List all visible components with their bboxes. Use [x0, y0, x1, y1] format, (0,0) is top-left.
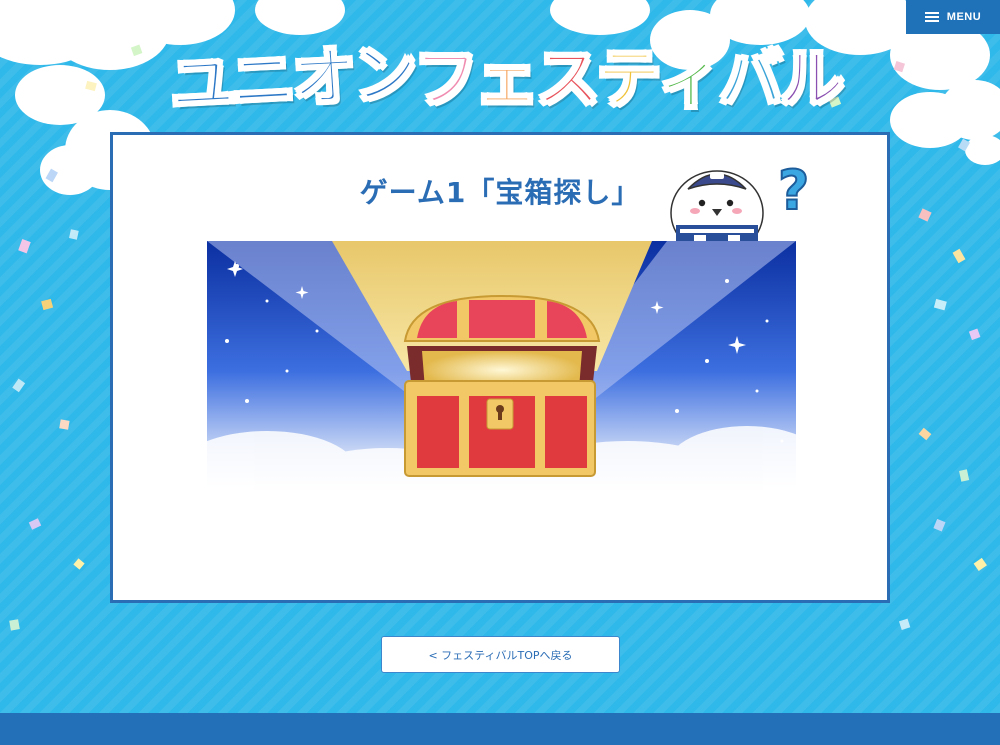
logo-char: バ — [718, 42, 784, 118]
menu-button[interactable]: MENU — [906, 0, 1000, 34]
back-to-festival-top-button[interactable]: < フェスティバルTOPへ戻る — [381, 636, 620, 673]
logo-char: ル — [779, 42, 845, 118]
logo-char: ス — [535, 42, 601, 118]
penguin-mascot-icon: ? — [670, 158, 810, 245]
hamburger-icon — [924, 12, 939, 22]
site-logo[interactable]: ユニオン フ ェ ス テ ィ バ ル — [168, 36, 845, 125]
logo-char: テ — [596, 42, 662, 118]
treasure-chest-banner — [207, 241, 796, 531]
content-panel: ゲーム1「宝箱探し」 ? — [110, 132, 890, 603]
menu-label: MENU — [946, 11, 982, 23]
logo-char: フ — [413, 42, 479, 118]
treasure-chest-icon — [403, 294, 601, 477]
footer-bar — [0, 713, 1000, 745]
svg-text:?: ? — [778, 159, 809, 222]
logo-text-union: ユニオン — [168, 36, 418, 125]
logo-char: ェ — [474, 42, 540, 118]
logo-char: ィ — [657, 42, 723, 118]
